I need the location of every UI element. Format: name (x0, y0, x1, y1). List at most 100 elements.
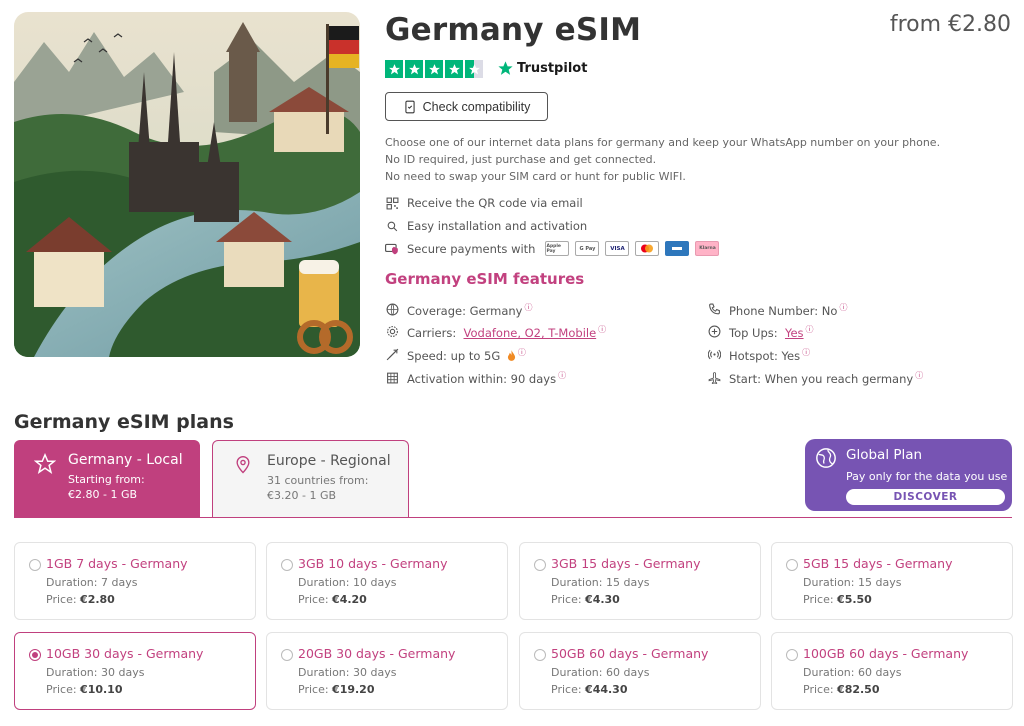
plan-price: Price: €2.80 (46, 593, 115, 606)
star-outline-icon (33, 452, 57, 479)
discover-button[interactable]: DISCOVER (846, 489, 1005, 505)
plan-radio[interactable] (786, 649, 798, 661)
secure-payment-icon (385, 242, 399, 256)
info-icon[interactable]: ⓘ (524, 303, 532, 312)
plan-title: 100GB 60 days - Germany (803, 646, 969, 661)
phone-icon (707, 303, 721, 317)
payment-logos: Apple Pay G Pay VISA Klarna (545, 241, 720, 256)
trustpilot-rating (385, 60, 483, 78)
flame-icon (507, 349, 516, 361)
plan-price-value: €10.10 (80, 683, 123, 696)
plan-price-prefix: Price: (551, 683, 582, 696)
info-icon[interactable]: ⓘ (558, 371, 566, 380)
tab-title: Germany - Local (68, 452, 183, 468)
trustpilot-logo[interactable]: Trustpilot (497, 60, 587, 77)
plan-price-prefix: Price: (46, 683, 77, 696)
feature-activation-label: Activation within: 90 days (407, 371, 557, 386)
benefit-qr-label: Receive the QR code via email (407, 196, 583, 210)
tab-germany-local[interactable]: Germany - Local Starting from: €2.80 - 1… (14, 440, 200, 518)
plan-price-value: €2.80 (80, 593, 115, 606)
tabs-divider (14, 517, 1012, 518)
half-star-icon (465, 60, 483, 78)
plan-price: Price: €4.30 (551, 593, 620, 606)
info-icon[interactable]: ⓘ (518, 348, 526, 357)
plan-radio[interactable] (29, 559, 41, 571)
plan-duration: Duration: 30 days (298, 666, 397, 679)
product-hero-image (14, 12, 360, 357)
star-icon (445, 60, 463, 78)
tab-sub: €2.80 - 1 GB (68, 488, 138, 501)
info-icon[interactable]: ⓘ (806, 325, 814, 334)
plan-card[interactable]: 3GB 10 days - Germany Duration: 10 days Pr… (266, 542, 508, 620)
plan-price-value: €4.30 (585, 593, 620, 606)
tab-sub: 31 countries from: (267, 474, 369, 487)
plan-title: 3GB 10 days - Germany (298, 556, 448, 571)
plan-title: 20GB 30 days - Germany (298, 646, 456, 661)
tab-europe-regional[interactable]: Europe - Regional 31 countries from: €3.… (212, 440, 409, 518)
amex-icon (665, 241, 690, 256)
plan-price: Price: €5.50 (803, 593, 872, 606)
topup-icon (707, 325, 721, 339)
plan-radio[interactable] (534, 649, 546, 661)
google-pay-icon: G Pay (575, 241, 600, 256)
plan-duration: Duration: 10 days (298, 576, 397, 589)
plan-price-prefix: Price: (46, 593, 77, 606)
plan-card[interactable]: 10GB 30 days - Germany Duration: 30 days P… (14, 632, 256, 710)
plan-price-prefix: Price: (298, 683, 329, 696)
carriers-link[interactable]: Vodafone, O2, T-Mobile (464, 326, 597, 340)
plan-radio[interactable] (786, 559, 798, 571)
feature-topups-label: Top Ups: (729, 325, 778, 340)
plan-title: 1GB 7 days - Germany (46, 556, 188, 571)
plan-radio[interactable] (534, 559, 546, 571)
plan-card[interactable]: 5GB 15 days - Germany Duration: 15 days Pr… (771, 542, 1013, 620)
benefit-install-label: Easy installation and activation (407, 219, 588, 233)
info-icon[interactable]: ⓘ (839, 303, 847, 312)
benefit-install: Easy installation and activation (385, 219, 587, 233)
feature-coverage: Coverage: Germany ⓘ (385, 302, 532, 318)
plan-radio[interactable] (281, 559, 293, 571)
plane-icon (707, 371, 721, 385)
global-plan-sub: Pay only for the data you use (846, 470, 1008, 483)
feature-speed-label: Speed: up to 5G (407, 348, 501, 363)
check-compatibility-button[interactable]: Check compatibility (385, 92, 548, 121)
plan-card[interactable]: 20GB 30 days - Germany Duration: 30 days P… (266, 632, 508, 710)
plan-price-value: €82.50 (837, 683, 880, 696)
location-pin-icon (233, 454, 253, 480)
plan-duration: Duration: 15 days (803, 576, 902, 589)
tab-title: Europe - Regional (267, 453, 391, 469)
feature-start: Start: When you reach germany ⓘ (707, 370, 923, 386)
klarna-icon: Klarna (695, 241, 720, 256)
info-icon[interactable]: ⓘ (802, 348, 810, 357)
globe-icon (815, 447, 837, 473)
star-icon (425, 60, 443, 78)
plan-card[interactable]: 3GB 15 days - Germany Duration: 15 days Pr… (519, 542, 761, 620)
info-icon[interactable]: ⓘ (598, 325, 606, 334)
plan-duration: Duration: 30 days (46, 666, 145, 679)
product-title: Germany eSIM (385, 12, 642, 48)
plan-card[interactable]: 1GB 7 days - Germany Duration: 7 days Pric… (14, 542, 256, 620)
feature-activation: Activation within: 90 days ⓘ (385, 370, 566, 386)
topups-link[interactable]: Yes (785, 326, 804, 340)
benefit-payments: Secure payments with Apple Pay G Pay VIS… (385, 241, 720, 256)
feature-topups: Top Ups: Yes ⓘ (707, 324, 814, 340)
product-description: Choose one of our internet data plans fo… (385, 134, 940, 185)
plan-card[interactable]: 100GB 60 days - Germany Duration: 60 days… (771, 632, 1013, 710)
plan-title: 10GB 30 days - Germany (46, 646, 204, 661)
plan-radio[interactable] (281, 649, 293, 661)
plan-title: 5GB 15 days - Germany (803, 556, 953, 571)
info-icon[interactable]: ⓘ (915, 371, 923, 380)
features-title: Germany eSIM features (385, 270, 585, 288)
plan-price-prefix: Price: (551, 593, 582, 606)
plan-price: Price: €4.20 (298, 593, 367, 606)
plan-card[interactable]: 50GB 60 days - Germany Duration: 60 days P… (519, 632, 761, 710)
gear-icon (385, 325, 399, 339)
hotspot-icon (707, 348, 721, 362)
global-plan-title: Global Plan (846, 447, 923, 463)
plan-title: 50GB 60 days - Germany (551, 646, 709, 661)
feature-phone: Phone Number: No ⓘ (707, 302, 847, 318)
install-icon (385, 219, 399, 233)
qr-code-icon (385, 196, 399, 210)
global-plan-card[interactable]: Global Plan Pay only for the data you us… (805, 439, 1012, 511)
plan-radio[interactable] (29, 649, 41, 661)
plan-duration: Duration: 15 days (551, 576, 650, 589)
